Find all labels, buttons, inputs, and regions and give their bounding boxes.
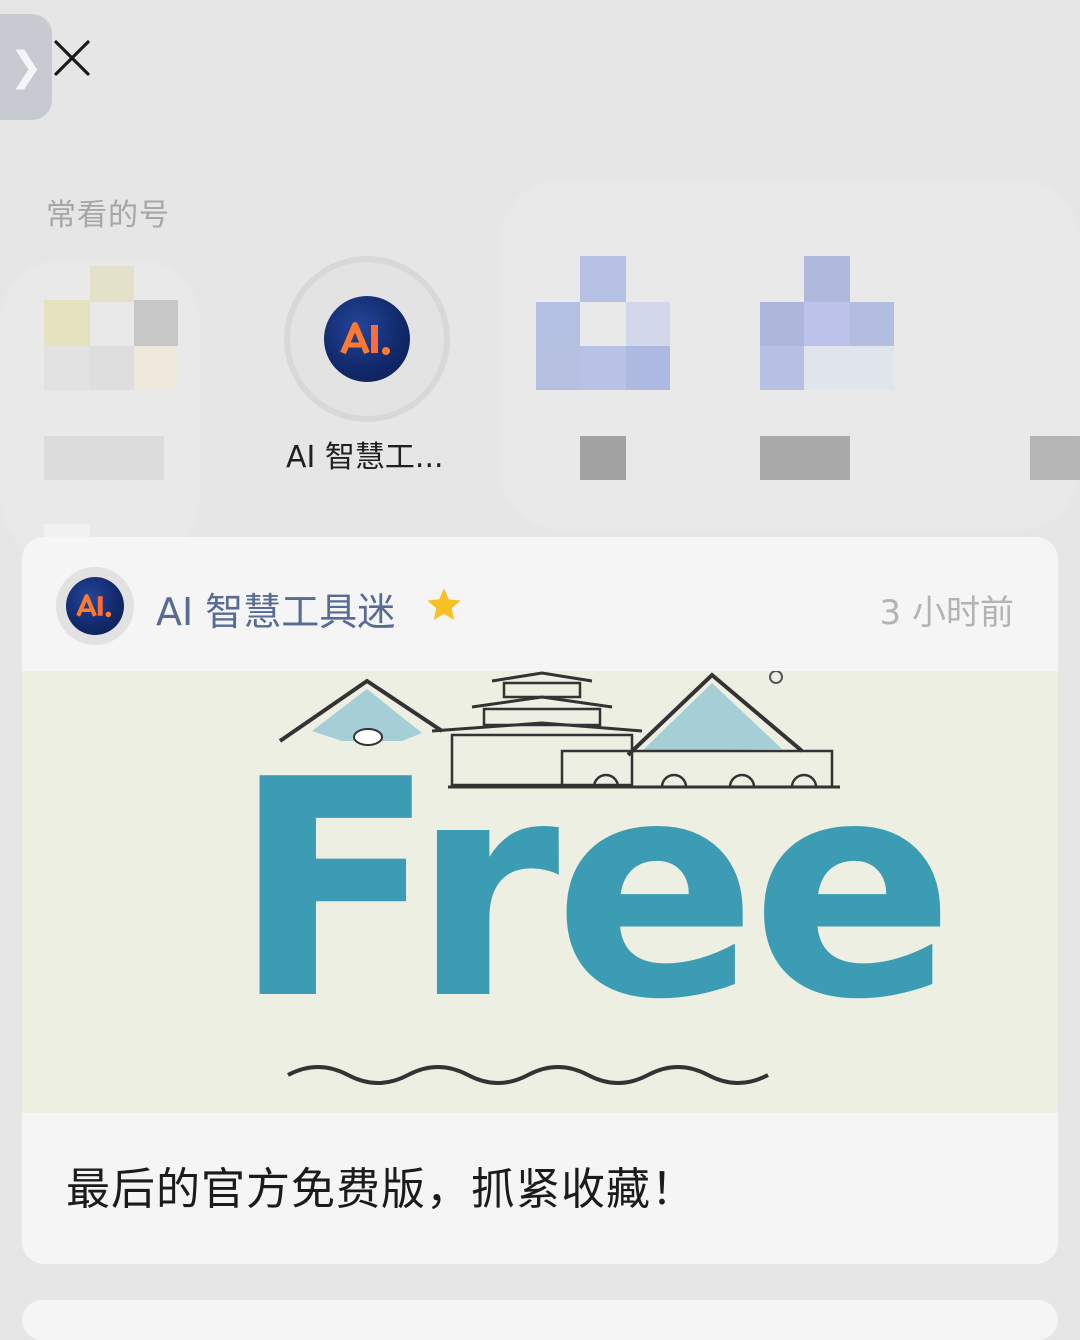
ai-logo-icon: [324, 296, 410, 382]
next-article-card[interactable]: [22, 1300, 1058, 1340]
section-title: 常看的号: [46, 198, 170, 233]
ai-logo-icon: [66, 577, 124, 635]
post-time: 3 小时前: [879, 593, 1014, 633]
article-title[interactable]: 最后的官方免费版，抓紧收藏！: [66, 1153, 696, 1217]
article-header: AI 智慧工具迷 3 小时前: [22, 537, 1058, 671]
side-drawer-tab[interactable]: ❯: [0, 14, 52, 120]
star-icon: [427, 588, 461, 620]
author-name[interactable]: AI 智慧工具迷: [156, 581, 395, 636]
article-card[interactable]: AI 智慧工具迷 3 小时前 Free 最后的官方免费版，抓紧收藏！: [22, 537, 1058, 1264]
chevron-right-icon: ❯: [9, 44, 43, 90]
author-avatar[interactable]: [56, 567, 134, 645]
account-name: AI 智慧工...: [286, 440, 444, 475]
cover-text: Free: [232, 716, 955, 1065]
article-cover-image[interactable]: Free: [22, 671, 1058, 1113]
account-avatar: [284, 256, 450, 422]
close-icon[interactable]: [50, 36, 94, 80]
